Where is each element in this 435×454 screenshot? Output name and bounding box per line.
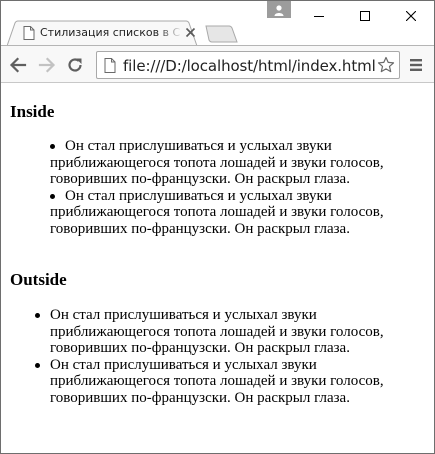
maximize-icon: [360, 11, 370, 21]
list-inside: Он стал прислушиваться и услыхал звуки п…: [10, 138, 425, 237]
list-item-text: Он стал прислушиваться и услыхал звуки п…: [50, 138, 384, 187]
page-icon: [104, 58, 116, 73]
list-item: Он стал прислушиваться и услыхал звуки п…: [10, 188, 425, 238]
bullet-marker: [50, 193, 55, 199]
address-bar[interactable]: file:///D:/localhost/html/index.html: [96, 51, 400, 79]
list-item: Он стал прислушиваться и услыхал звуки п…: [10, 357, 425, 407]
minimize-icon: [314, 16, 324, 17]
list-item-text: Он стал прислушиваться и услыхал звуки п…: [50, 307, 384, 356]
tab-title-fade: [157, 24, 183, 42]
user-icon[interactable]: [267, 1, 291, 18]
new-tab-button[interactable]: [204, 25, 238, 43]
hamburger-icon: [410, 59, 422, 71]
page-icon: [23, 26, 35, 40]
forward-button[interactable]: [35, 53, 59, 77]
title-bar: Стилизация списков в CS: [1, 1, 434, 46]
minimize-button[interactable]: [296, 1, 342, 31]
heading-outside: Outside: [10, 270, 67, 289]
arrow-left-icon: [9, 57, 27, 73]
close-icon: [406, 11, 416, 21]
arrow-right-icon: [38, 57, 56, 73]
back-button[interactable]: [6, 53, 30, 77]
maximize-button[interactable]: [342, 1, 388, 31]
list-item-text: Он стал прислушиваться и услыхал звуки п…: [50, 356, 384, 406]
tab-close-icon[interactable]: [185, 27, 196, 38]
toolbar: file:///D:/localhost/html/index.html: [1, 45, 434, 83]
address-bar-url[interactable]: file:///D:/localhost/html/index.html: [123, 57, 376, 75]
list-item-text: Он стал прислушиваться и услыхал звуки п…: [50, 187, 384, 237]
bullet-marker: [35, 313, 40, 318]
star-icon[interactable]: [377, 56, 395, 74]
list-item: Он стал прислушиваться и услыхал звуки п…: [10, 138, 425, 188]
list-item: Он стал прислушиваться и услыхал звуки п…: [10, 307, 425, 357]
bullet-marker: [50, 144, 55, 149]
heading-inside: Inside: [10, 102, 55, 121]
reload-button[interactable]: [63, 53, 87, 77]
menu-button[interactable]: [406, 55, 426, 75]
close-button[interactable]: [388, 1, 434, 31]
browser-window: Стилизация списков в CS file:///D:/local…: [0, 0, 435, 454]
list-outside: Он стал прислушиваться и услыхал звуки п…: [10, 307, 425, 406]
bullet-marker: [35, 362, 40, 368]
reload-icon: [68, 58, 82, 72]
tab-active[interactable]: Стилизация списков в CS: [7, 20, 207, 46]
page-content: Inside Он стал прислушиваться и услыхал …: [1, 84, 434, 453]
